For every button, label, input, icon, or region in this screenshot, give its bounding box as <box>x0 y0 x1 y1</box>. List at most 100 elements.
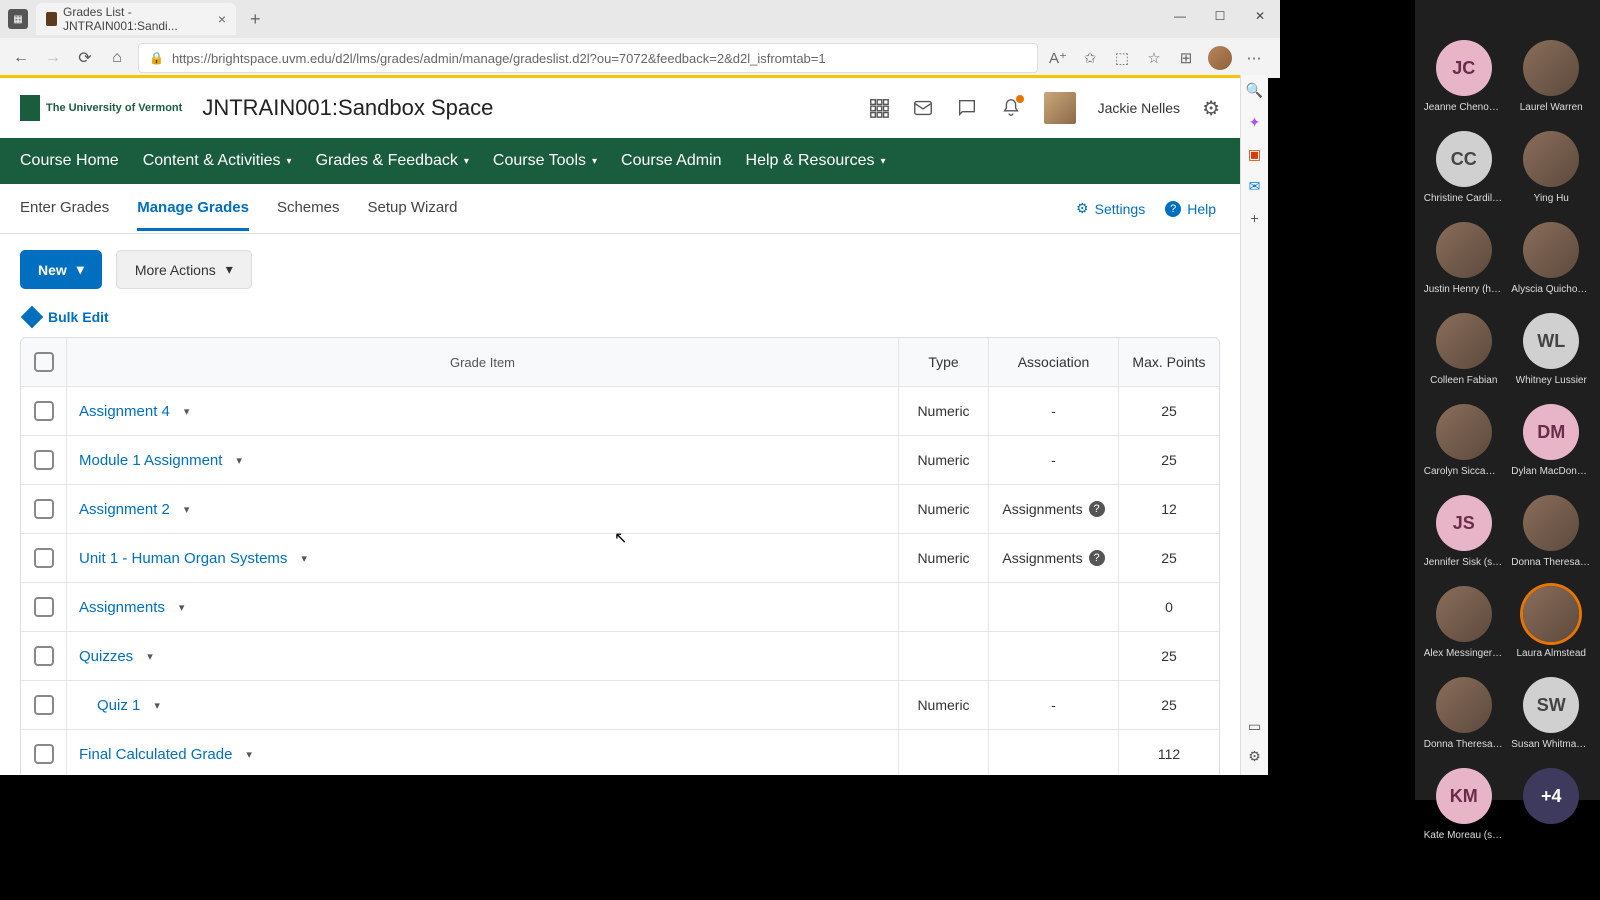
address-bar: ← → ⟳ ⌂ 🔒 https://brightspace.uvm.edu/d2… <box>0 38 1280 78</box>
new-tab-button[interactable]: + <box>244 7 267 32</box>
participant-name: Jeanne Chenoweth <box>1424 102 1504 113</box>
chevron-down-icon[interactable]: ▾ <box>301 552 307 565</box>
app-content: The University of Vermont JNTRAIN001:San… <box>0 75 1240 775</box>
participant[interactable]: JSJennifer Sisk (she... <box>1423 495 1505 568</box>
office-icon[interactable]: ▣ <box>1246 145 1264 163</box>
chevron-down-icon[interactable]: ▾ <box>246 748 252 761</box>
row-checkbox[interactable] <box>21 436 67 484</box>
more-actions-button[interactable]: More Actions ▾ <box>116 250 252 289</box>
participant[interactable]: Laura Almstead <box>1511 586 1593 659</box>
subtab-schemes[interactable]: Schemes <box>277 187 340 231</box>
help-icon[interactable]: ? <box>1089 501 1105 517</box>
chat-icon[interactable] <box>956 97 978 119</box>
nav-item-course-admin[interactable]: Course Admin <box>621 152 722 170</box>
minimize-button[interactable]: — <box>1160 0 1200 32</box>
chevron-down-icon[interactable]: ▾ <box>184 405 190 418</box>
user-name[interactable]: Jackie Nelles <box>1098 100 1180 116</box>
select-all-checkbox[interactable] <box>21 338 67 386</box>
collections-icon[interactable]: ⊞ <box>1176 48 1196 68</box>
outlook-icon[interactable]: ✉ <box>1246 177 1264 195</box>
participant[interactable]: Alex Messinger (h... <box>1423 586 1505 659</box>
participant[interactable]: Ying Hu <box>1511 131 1593 204</box>
browser-tab[interactable]: Grades List - JNTRAIN001:Sandi... × <box>36 3 236 35</box>
read-aloud-icon[interactable]: A⁺ <box>1048 48 1068 68</box>
notifications-icon[interactable] <box>1000 97 1022 119</box>
nav-item-content-activities[interactable]: Content & Activities ▾ <box>143 152 292 170</box>
add-sidebar-icon[interactable]: + <box>1246 209 1264 227</box>
grade-item-link[interactable]: Quizzes <box>79 648 133 665</box>
settings-gear-icon[interactable]: ⚙ <box>1202 96 1220 121</box>
participant[interactable]: Justin Henry (he/... <box>1423 222 1505 295</box>
chevron-down-icon[interactable]: ▾ <box>184 503 190 516</box>
type-cell <box>899 632 989 680</box>
forward-button[interactable]: → <box>42 47 64 69</box>
back-button[interactable]: ← <box>10 47 32 69</box>
participant[interactable]: CCChristine Cardillo... <box>1423 131 1505 204</box>
chevron-down-icon[interactable]: ▾ <box>154 699 160 712</box>
sidebar-settings-icon[interactable]: ⚙ <box>1246 747 1264 765</box>
copilot-icon[interactable]: ✦ <box>1246 113 1264 131</box>
sidebar-toggle-icon[interactable]: ▭ <box>1246 717 1264 735</box>
new-button[interactable]: New ▾ <box>20 250 102 289</box>
row-checkbox[interactable] <box>21 485 67 533</box>
participant[interactable]: Carolyn Siccama (... <box>1423 404 1505 477</box>
close-tab-icon[interactable]: × <box>218 11 226 27</box>
grade-item-link[interactable]: Module 1 Assignment <box>79 452 222 469</box>
grade-item-link[interactable]: Quiz 1 <box>97 697 140 714</box>
nav-item-grades-feedback[interactable]: Grades & Feedback ▾ <box>316 152 469 170</box>
participant[interactable]: SWSusan Whitman (... <box>1511 677 1593 750</box>
nav-item-help-resources[interactable]: Help & Resources ▾ <box>746 152 886 170</box>
participant[interactable]: Donna Theresa H... <box>1511 495 1593 568</box>
nav-item-course-tools[interactable]: Course Tools ▾ <box>493 152 597 170</box>
subtab-setup-wizard[interactable]: Setup Wizard <box>367 187 457 231</box>
grade-item-link[interactable]: Final Calculated Grade <box>79 746 232 763</box>
user-avatar[interactable] <box>1044 92 1076 124</box>
search-icon[interactable]: 🔍 <box>1246 81 1264 99</box>
participant[interactable]: Colleen Fabian <box>1423 313 1505 386</box>
subtab-enter-grades[interactable]: Enter Grades <box>20 187 109 231</box>
row-checkbox[interactable] <box>21 730 67 775</box>
grade-item-link[interactable]: Assignments <box>79 599 165 616</box>
participant[interactable]: +4 <box>1511 768 1593 841</box>
row-checkbox[interactable] <box>21 632 67 680</box>
chevron-down-icon[interactable]: ▾ <box>236 454 242 467</box>
refresh-button[interactable]: ⟳ <box>74 47 96 69</box>
participant[interactable]: JCJeanne Chenoweth <box>1423 40 1505 113</box>
participant[interactable]: Alyscia Quichocho <box>1511 222 1593 295</box>
settings-link[interactable]: ⚙ Settings <box>1076 200 1145 217</box>
profile-avatar[interactable] <box>1208 46 1232 70</box>
extensions-icon[interactable]: ⬚ <box>1112 48 1132 68</box>
help-icon[interactable]: ? <box>1089 550 1105 566</box>
nav-item-course-home[interactable]: Course Home <box>20 152 119 170</box>
association-cell <box>989 583 1119 631</box>
participant[interactable]: Laurel Warren <box>1511 40 1593 113</box>
participant[interactable]: KMKate Moreau (she... <box>1423 768 1505 841</box>
grade-item-link[interactable]: Assignment 2 <box>79 501 170 518</box>
help-link[interactable]: ? Help <box>1165 201 1216 217</box>
grade-item-link[interactable]: Assignment 4 <box>79 403 170 420</box>
chevron-down-icon[interactable]: ▾ <box>147 650 153 663</box>
bulk-edit-link[interactable]: Bulk Edit <box>0 305 1240 337</box>
url-input[interactable]: 🔒 https://brightspace.uvm.edu/d2l/lms/gr… <box>138 43 1038 73</box>
apps-icon[interactable] <box>868 97 890 119</box>
participant[interactable]: DMDylan MacDonald... <box>1511 404 1593 477</box>
star-outline-icon[interactable]: ✩ <box>1080 48 1100 68</box>
subtab-manage-grades[interactable]: Manage Grades <box>137 187 249 231</box>
row-checkbox[interactable] <box>21 583 67 631</box>
home-button[interactable]: ⌂ <box>106 47 128 69</box>
menu-icon[interactable]: ⋯ <box>1244 48 1264 68</box>
row-checkbox[interactable] <box>21 681 67 729</box>
logo[interactable]: The University of Vermont <box>20 95 182 121</box>
maximize-button[interactable]: ☐ <box>1200 0 1240 32</box>
favorites-icon[interactable]: ☆ <box>1144 48 1164 68</box>
close-window-button[interactable]: ✕ <box>1240 0 1280 32</box>
grade-item-link[interactable]: Unit 1 - Human Organ Systems <box>79 550 287 567</box>
participant[interactable]: WLWhitney Lussier <box>1511 313 1593 386</box>
type-cell: Numeric <box>899 534 989 582</box>
tab-actions-icon[interactable]: ▦ <box>8 9 28 29</box>
row-checkbox[interactable] <box>21 387 67 435</box>
chevron-down-icon[interactable]: ▾ <box>179 601 185 614</box>
participant[interactable]: Donna Theresa H... <box>1423 677 1505 750</box>
mail-icon[interactable] <box>912 97 934 119</box>
row-checkbox[interactable] <box>21 534 67 582</box>
